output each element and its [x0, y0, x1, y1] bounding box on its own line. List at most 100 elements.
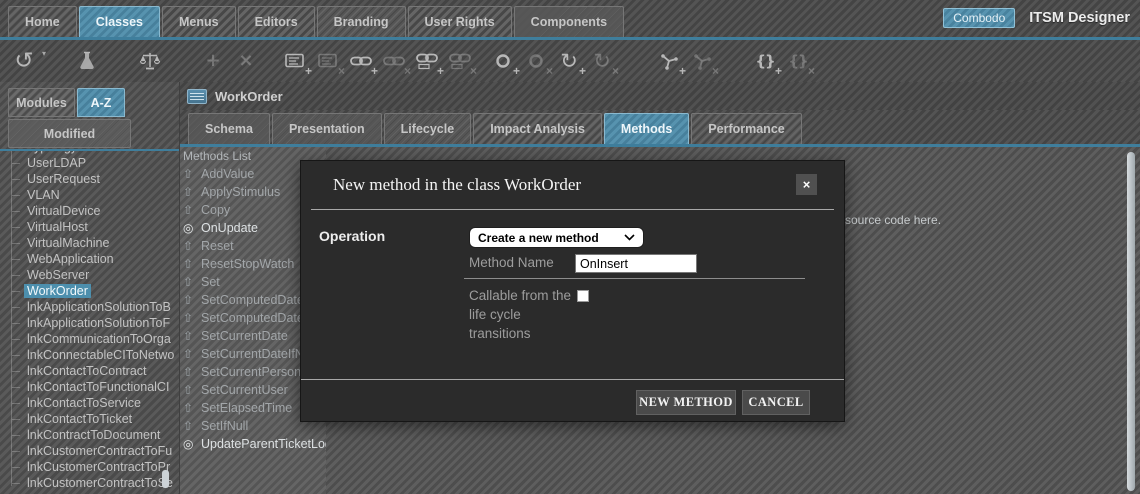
- delete-link-icon: ×: [382, 47, 406, 75]
- operation-label: Operation: [319, 228, 385, 244]
- tree-item-userrequest[interactable]: UserRequest: [4, 171, 179, 187]
- nav-tab-components[interactable]: Components: [514, 6, 624, 37]
- editor-scrollbar[interactable]: [1127, 152, 1135, 491]
- tree-item-vlan[interactable]: VLAN: [4, 187, 179, 203]
- stimulus-method-icon: ⇧: [183, 381, 193, 399]
- event-method-icon: ◎: [183, 219, 193, 237]
- delete-list-link-icon: ×: [448, 47, 472, 75]
- field-separator: [464, 278, 805, 279]
- new-method-button[interactable]: NEW METHOD: [636, 390, 736, 415]
- tree-item-webserver[interactable]: WebServer: [4, 267, 179, 283]
- tab-lifecycle[interactable]: Lifecycle: [384, 113, 472, 144]
- method-name-input[interactable]: [575, 254, 697, 273]
- add-transition-icon[interactable]: ↻+: [557, 47, 581, 75]
- methods-list-header: Methods List: [183, 149, 251, 163]
- dialog-title: New method in the class WorkOrder: [333, 161, 581, 209]
- combodo-badge[interactable]: Combodo: [943, 8, 1015, 28]
- tree-item-virtualhost[interactable]: VirtualHost: [4, 219, 179, 235]
- tree-item-virtualdevice[interactable]: VirtualDevice: [4, 203, 179, 219]
- tree-item-lnkconnectablecitonetwo[interactable]: lnkConnectableCIToNetwo: [4, 347, 179, 363]
- add-state-icon[interactable]: +: [491, 47, 515, 75]
- footer-separator: [301, 379, 844, 380]
- tree-item-userldap[interactable]: UserLDAP: [4, 155, 179, 171]
- editor-hint-text: source code here.: [845, 213, 941, 227]
- tab-performance[interactable]: Performance: [691, 113, 801, 144]
- delete-icon: ×: [234, 47, 258, 75]
- tree-item-lnkcustomercontracttofu[interactable]: lnkCustomerContractToFu: [4, 443, 179, 459]
- chevron-down-icon: [624, 234, 635, 241]
- tree-item-webapplication[interactable]: WebApplication: [4, 251, 179, 267]
- stimulus-method-icon: ⇧: [183, 309, 193, 327]
- sidebar-tab-modules[interactable]: Modules: [8, 88, 75, 117]
- nav-tab-home[interactable]: Home: [8, 6, 77, 37]
- method-item-updateparentticketlog[interactable]: ◎UpdateParentTicketLog: [183, 435, 332, 453]
- method-name-label: Method Name: [469, 255, 554, 270]
- itsm-designer-window: HomeClassesMenusEditorsBrandingUser Righ…: [0, 0, 1140, 494]
- nav-tab-branding[interactable]: Branding: [317, 6, 406, 37]
- nav-tab-classes[interactable]: Classes: [79, 6, 160, 37]
- sidebar-tab-a-z[interactable]: A-Z: [77, 88, 125, 117]
- class-icon: [187, 89, 207, 104]
- new-method-dialog: New method in the class WorkOrder × Oper…: [300, 160, 845, 422]
- stimulus-method-icon: ⇧: [183, 255, 193, 273]
- stimulus-method-icon: ⇧: [183, 327, 193, 345]
- tab-methods[interactable]: Methods: [604, 113, 689, 144]
- nav-tab-user-rights[interactable]: User Rights: [408, 6, 512, 37]
- stimulus-method-icon: ⇧: [183, 183, 193, 201]
- callable-checkbox[interactable]: [577, 290, 589, 302]
- close-icon[interactable]: ×: [796, 174, 817, 195]
- tree-item-lnkcontracttodocument[interactable]: lnkContractToDocument: [4, 427, 179, 443]
- compare-scales-icon[interactable]: [138, 47, 162, 75]
- nav-tab-editors[interactable]: Editors: [238, 6, 315, 37]
- sidebar: Modules A-Z Modified TypologyUserLDAPUse…: [0, 82, 180, 494]
- sidebar-scrollbar-thumb[interactable]: [162, 470, 169, 488]
- toolbar: ↺▾+×+×+×+×+×↻+↻×+×{}+{}×: [0, 40, 1140, 82]
- tree-item-lnkapplicationsolutiontof[interactable]: lnkApplicationSolutionToF: [4, 315, 179, 331]
- add-icon: +: [201, 47, 225, 75]
- tree-item-lnkcontacttoservice[interactable]: lnkContactToService: [4, 395, 179, 411]
- delete-state-icon: ×: [524, 47, 548, 75]
- test-flask-icon[interactable]: [75, 47, 99, 75]
- add-list-link-icon[interactable]: +: [415, 47, 439, 75]
- delete-method-icon: {}×: [786, 47, 810, 75]
- event-method-icon: ◎: [183, 435, 193, 453]
- tree-item-lnkapplicationsolutiontob[interactable]: lnkApplicationSolutionToB: [4, 299, 179, 315]
- operation-select[interactable]: Create a new method: [469, 227, 644, 248]
- stimulus-method-icon: ⇧: [183, 399, 193, 417]
- modified-filter-button[interactable]: Modified: [8, 119, 131, 148]
- delete-transition-icon: ↻×: [590, 47, 614, 75]
- tree-item-lnkcustomercontracttopr[interactable]: lnkCustomerContractToPr: [4, 459, 179, 475]
- tab-schema[interactable]: Schema: [188, 113, 270, 144]
- delete-relation-icon: ×: [690, 47, 714, 75]
- add-method-icon[interactable]: {}+: [753, 47, 777, 75]
- class-title: WorkOrder: [215, 89, 283, 104]
- tree-item-workorder[interactable]: WorkOrder: [4, 283, 179, 299]
- stimulus-method-icon: ⇧: [183, 345, 193, 363]
- operation-selected-value: Create a new method: [478, 231, 599, 245]
- class-tabs: SchemaPresentationLifecycleImpact Analys…: [188, 113, 802, 144]
- tree-item-lnkcontacttoticket[interactable]: lnkContactToTicket: [4, 411, 179, 427]
- tree-item-lnkcontacttofunctionalci[interactable]: lnkContactToFunctionalCI: [4, 379, 179, 395]
- tree-item-lnkcustomercontracttose[interactable]: lnkCustomerContractToSe: [4, 475, 179, 491]
- stimulus-method-icon: ⇧: [183, 273, 193, 291]
- add-class-icon[interactable]: +: [283, 47, 307, 75]
- tree-item-virtualmachine[interactable]: VirtualMachine: [4, 235, 179, 251]
- stimulus-method-icon: ⇧: [183, 237, 193, 255]
- add-relation-icon[interactable]: +: [657, 47, 681, 75]
- class-tabs-bar: SchemaPresentationLifecycleImpact Analys…: [180, 110, 1140, 147]
- brand-area: Combodo ITSM Designer: [943, 8, 1130, 28]
- callable-label: Callable from the life cycle transitions: [469, 286, 575, 343]
- add-link-icon[interactable]: +: [349, 47, 373, 75]
- tree-item-lnkcontacttocontract[interactable]: lnkContactToContract: [4, 363, 179, 379]
- class-tree: TypologyUserLDAPUserRequestVLANVirtualDe…: [4, 151, 179, 494]
- nav-tabs: HomeClassesMenusEditorsBrandingUser Righ…: [8, 6, 624, 37]
- tab-presentation[interactable]: Presentation: [272, 113, 382, 144]
- tree-item-lnkcommunicationtoorga[interactable]: lnkCommunicationToOrga: [4, 331, 179, 347]
- nav-tab-menus[interactable]: Menus: [162, 6, 236, 37]
- tab-impact-analysis[interactable]: Impact Analysis: [473, 113, 602, 144]
- stimulus-method-icon: ⇧: [183, 165, 193, 183]
- stimulus-method-icon: ⇧: [183, 201, 193, 219]
- cancel-button[interactable]: CANCEL: [742, 390, 810, 415]
- undo-icon[interactable]: ↺▾: [12, 47, 36, 75]
- app-title: ITSM Designer: [1029, 10, 1130, 26]
